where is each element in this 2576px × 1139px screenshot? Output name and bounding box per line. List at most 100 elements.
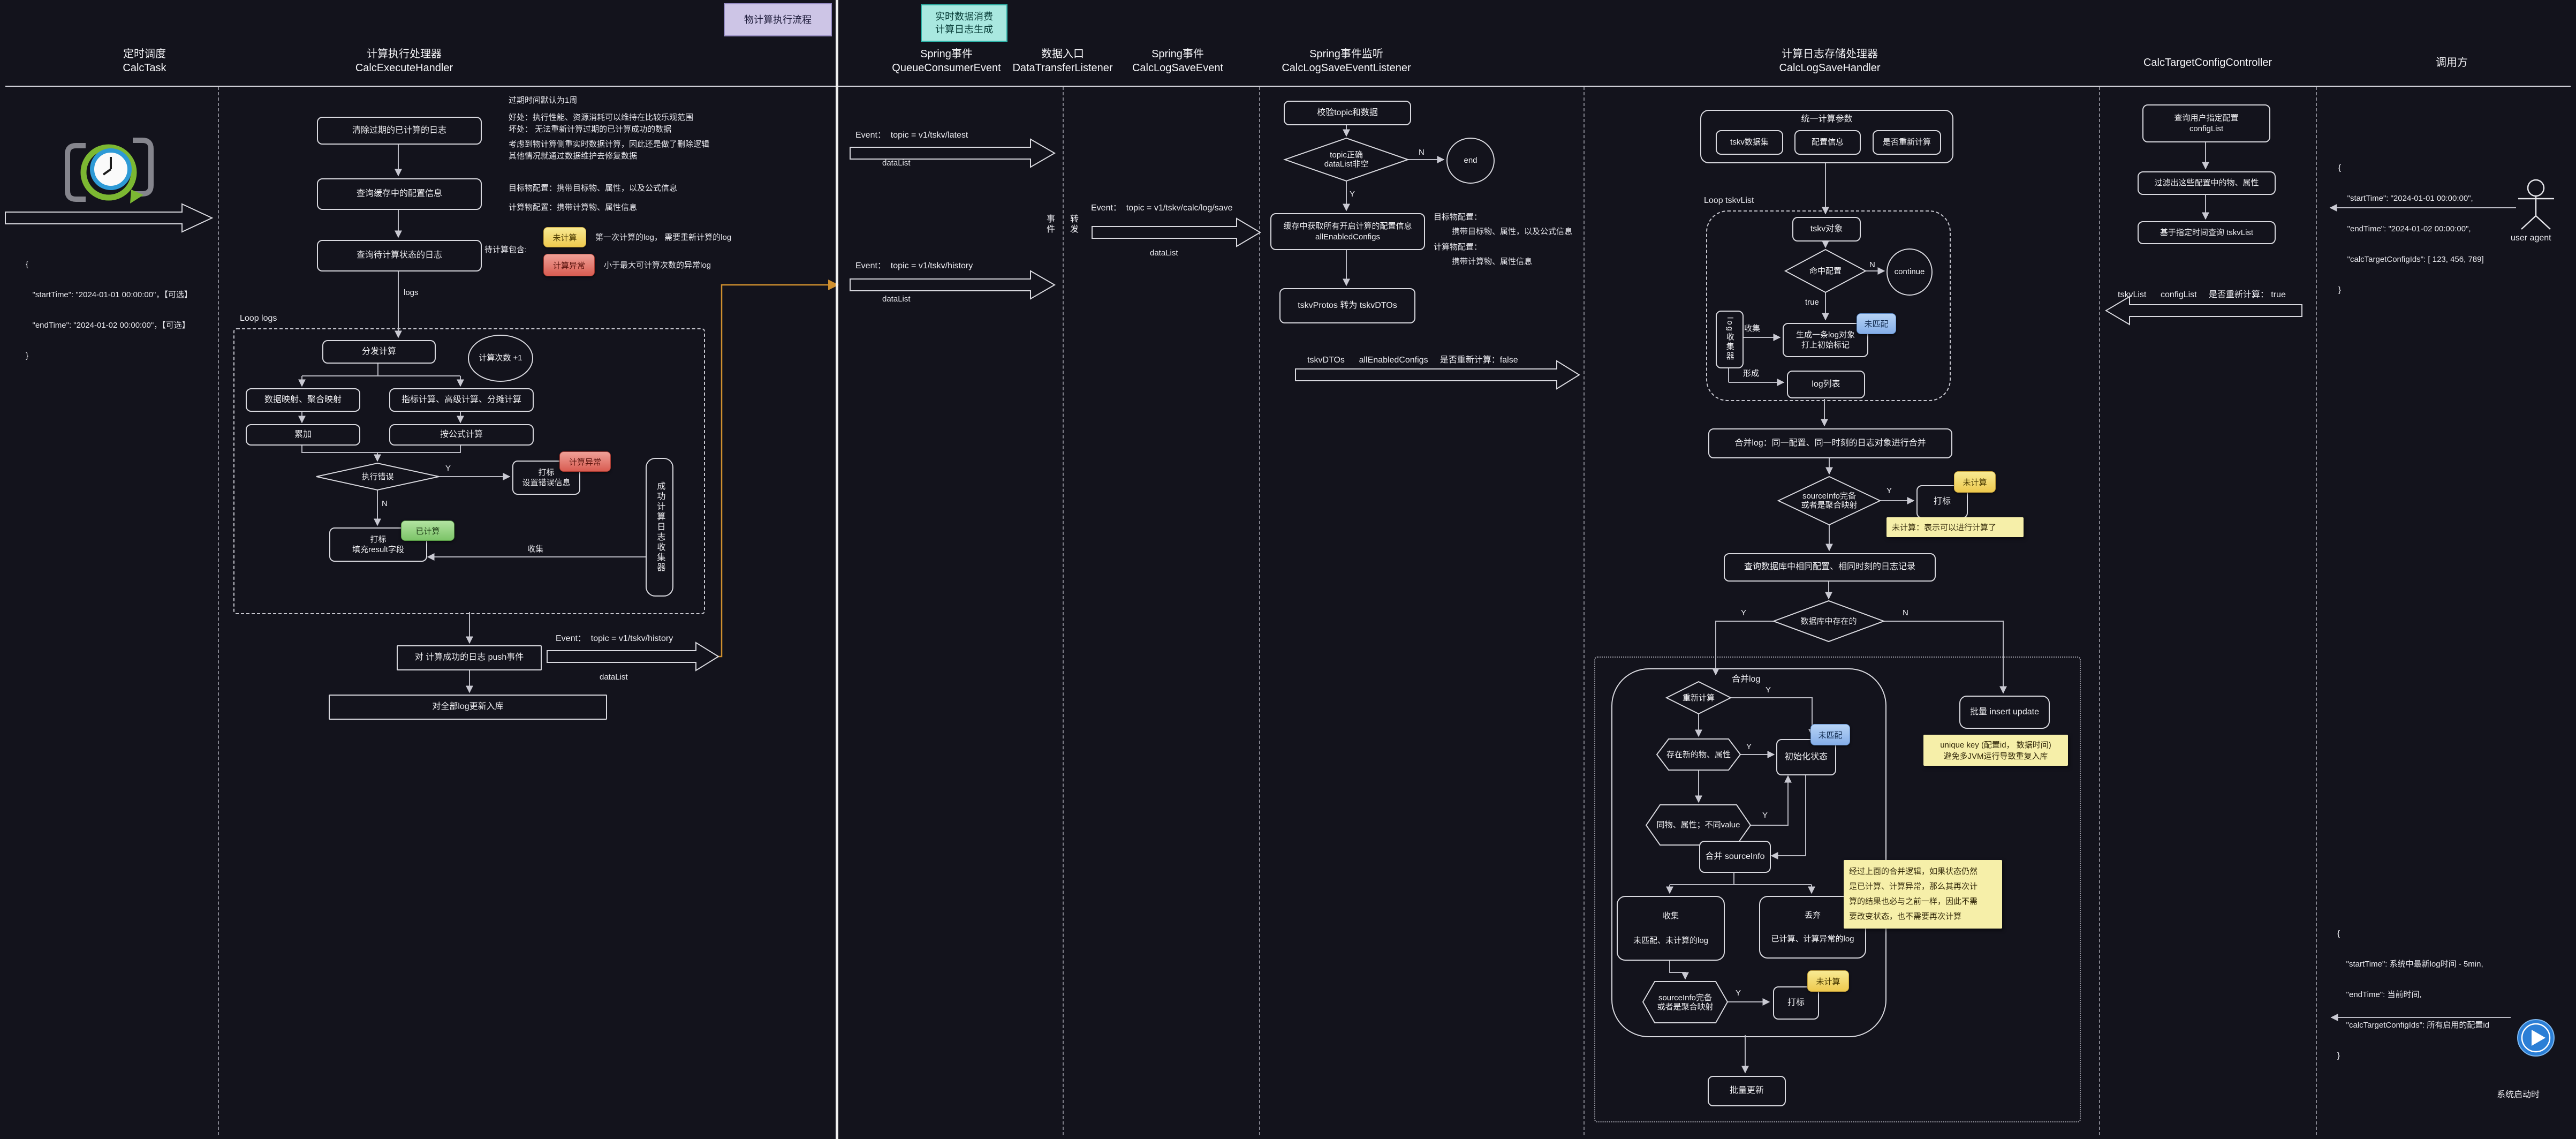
exec-error-text: 执行错误: [361, 472, 393, 481]
push-event-arrow: [547, 643, 718, 670]
startup-request-json: { "startTime": 系统中最新log时间 - 5min, "endTi…: [2337, 908, 2489, 1081]
accumulate-label: 累加: [294, 429, 312, 441]
generate-log-line1: 生成一条log对象: [1796, 330, 1855, 341]
system-start-icon: [2518, 1020, 2554, 1056]
user-agent-icon: [2518, 180, 2554, 229]
badge-calc-error-loop: 计算异常: [559, 451, 611, 472]
new-attr-text: 存在新的物、属性: [1666, 750, 1731, 759]
badge-unmatched-loop: 未匹配: [1857, 313, 1896, 334]
hit-config-diamond-label: 命中配置: [1785, 250, 1866, 292]
badge-calc-error: 计算异常: [543, 254, 595, 276]
controller-return-arrow: [2106, 297, 2302, 325]
json-line: {: [26, 259, 192, 269]
badge-unmatched-merge: 未匹配: [1810, 724, 1850, 745]
discard-logs-desc: 已计算、计算异常的log: [1771, 934, 1854, 945]
hit-config-true: true: [1805, 298, 1819, 307]
log-list-label: log列表: [1812, 379, 1840, 390]
loop-tskvlist-label: Loop tskvList: [1704, 196, 1754, 206]
success-log-collector: 成功计算日志收集器: [646, 458, 673, 597]
cache-configs-box: 缓存中获取所有开启计算的配置信息 allEnabledConfigs: [1270, 213, 1425, 250]
listener-note-3: 计算物配置：: [1434, 241, 1482, 252]
filter-config-label: 过滤出这些配置中的物、属性: [2154, 178, 2259, 188]
event-save-datalist: dataList: [1150, 248, 1178, 258]
event-save-label: Event： topic = v1/tskv/calc/log/save: [1091, 200, 1233, 213]
tskv-object-label: tskv对象: [1810, 224, 1843, 235]
query-user-config-line2: configList: [2189, 124, 2223, 134]
listener-note-1: 目标物配置：: [1434, 211, 1482, 222]
success-log-collector-label: 成功计算日志收集器: [654, 481, 665, 573]
merge-logic-line3: 算的结果也必与之前一样，因此不需: [1849, 894, 1997, 909]
unique-key-line1: unique key (配置id， 数据时间): [1929, 739, 2063, 750]
validate-topic-box: 校验topic和数据: [1284, 101, 1411, 125]
query-pending-label: 查询待计算状态的日志: [357, 250, 442, 261]
sourceinfo2-yes: Y: [1736, 989, 1741, 998]
mark-result-line2: 填充result字段: [352, 545, 404, 555]
orange-event-connector: [700, 285, 838, 657]
topic-valid-diamond-label: topic正确 dataList非空: [1285, 138, 1408, 181]
query-tskv-label: 基于指定时间查询 tskvList: [2160, 228, 2253, 238]
listener-out-label: tskvDTOs allEnabledConfigs 是否重新计算：false: [1307, 352, 1518, 365]
json-line: "startTime": "2024-01-01 00:00:00"，【可选】: [26, 290, 192, 300]
json-line: }: [26, 351, 192, 361]
json-line: "endTime": "2024-01-02 00:00:00",: [2338, 224, 2484, 234]
lane-controller-title: CalcTargetConfigController: [2127, 56, 2288, 70]
log-collector-label: log收集器: [1724, 317, 1735, 361]
topic-valid-no: N: [1419, 148, 1425, 157]
init-state-label: 初始化状态: [1785, 752, 1828, 763]
mapping-label: 数据映射、聚合映射: [264, 395, 342, 406]
calc-error-note: 小于最大可计算次数的异常log: [604, 259, 711, 270]
query-cache-label: 查询缓存中的配置信息: [357, 188, 442, 200]
lane-save-handler: 计算日志存储处理器 CalcLogSaveHandler: [1744, 47, 1915, 75]
section-divider: [836, 0, 838, 1139]
listener-note-2: 携带目标物、属性，以及公式信息: [1452, 225, 1572, 237]
exec-error-no: N: [382, 499, 388, 508]
merge-sourceinfo-box: 合并 sourceInfo: [1699, 841, 1771, 873]
query-user-config-box: 查询用户指定配置 configList: [2142, 104, 2270, 142]
sourceinfo-line2: 或者是聚合映射: [1801, 501, 1857, 510]
lane-handler-sub: CalcLogSaveHandler: [1744, 61, 1915, 75]
push-event-box: 对 计算成功的日志 push事件: [397, 645, 542, 670]
generate-log-line2: 打上初始标记: [1801, 340, 1850, 351]
sourceinfo-line1: sourceInfo完备: [1802, 492, 1856, 501]
query-pending-box: 查询待计算状态的日志: [317, 240, 482, 271]
lane-exec-handler: 计算执行处理器 CalcExecuteHandler: [324, 47, 484, 75]
metric-label: 指标计算、高级计算、分摊计算: [401, 395, 521, 406]
expire-note-3: 坏处： 无法重新计算过期的已计算成功的数据: [509, 123, 671, 134]
logs-edge-label: logs: [404, 288, 419, 297]
sourceinfo2-label: sourceInfo完备 或者是聚合映射: [1643, 982, 1728, 1023]
param-recalc-label: 是否重新计算: [1883, 137, 1931, 148]
lane-handler-title: 计算日志存储处理器: [1744, 47, 1915, 61]
event-save-arrow: [1092, 218, 1260, 246]
dispatch-label: 分发计算: [362, 346, 396, 358]
calc-count-label: 计算次数 +1: [479, 353, 522, 363]
batch-insert-box: 批量 insert update: [1959, 696, 2050, 729]
legend-flow: 物计算执行流程: [724, 3, 832, 36]
uncalc-sticky-text: 未计算：表示可以进行计算了: [1892, 522, 2018, 533]
recalc-text: 重新计算: [1683, 693, 1715, 703]
lane-saveevent-sub: CalcLogSaveEvent: [1111, 61, 1245, 75]
new-attr-yes: Y: [1746, 742, 1752, 751]
unified-params-title: 统一计算参数: [1801, 114, 1852, 125]
legend-realtime-line2: 计算日志生成: [935, 23, 993, 36]
accumulate-box: 累加: [246, 424, 360, 446]
system-start-label: 系统启动时: [2497, 1087, 2540, 1100]
recalc-yes: Y: [1766, 685, 1771, 695]
badge-uncalc-bottom: 未计算: [1807, 970, 1849, 992]
same-attr-label: 同物、属性；不同value: [1646, 805, 1751, 845]
merge-frame-label: 合并log: [1732, 672, 1760, 684]
uncalculated-note: 第一次计算的log， 需要重新计算的log: [595, 231, 731, 243]
generate-log-box: 生成一条log对象 打上初始标记: [1783, 323, 1868, 357]
form-label-handler: 形成: [1743, 367, 1759, 379]
lane-save-event: Spring事件 CalcLogSaveEvent: [1111, 47, 1245, 75]
batch-update-box: 批量更新: [1708, 1076, 1786, 1106]
hit-config-no: N: [1869, 260, 1875, 269]
collect-label-handler: 收集: [1744, 322, 1760, 334]
task-request-json: { "startTime": "2024-01-01 00:00:00"，【可选…: [26, 239, 192, 381]
formula-box: 按公式计算: [389, 424, 534, 446]
collect-logs-title: 收集: [1663, 911, 1679, 922]
clean-expired-label: 清除过期的已计算的日志: [352, 125, 446, 137]
task-trigger-arrow: [5, 204, 212, 232]
query-cache-box: 查询缓存中的配置信息: [317, 178, 482, 210]
json-line: "endTime": 当前时间,: [2337, 990, 2489, 1000]
cache-configs-line1: 缓存中获取所有开启计算的配置信息: [1283, 221, 1412, 232]
